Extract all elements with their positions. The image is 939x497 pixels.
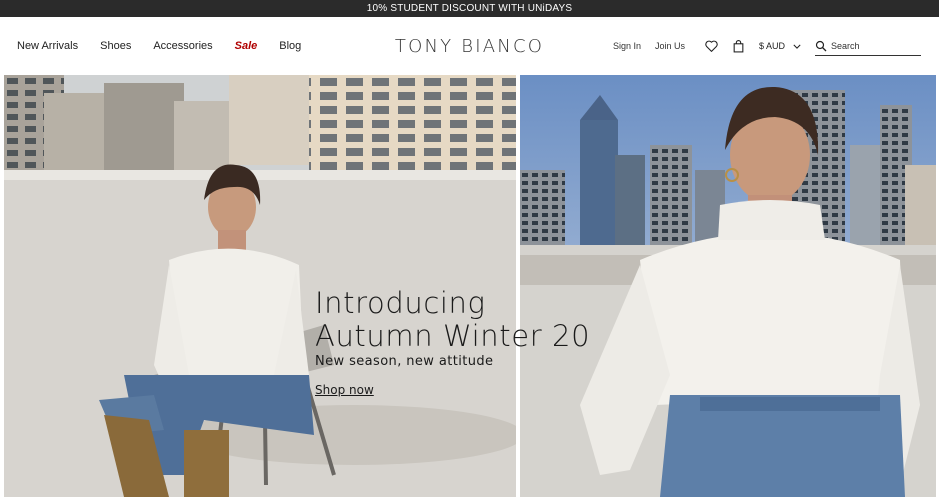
nav-accessories[interactable]: Accessories (153, 40, 212, 52)
sign-in-link[interactable]: Sign In (613, 41, 641, 51)
hero-title-line2: Autumn Winter 20 (315, 319, 591, 353)
currency-selector[interactable]: $ AUD (759, 41, 801, 51)
utility-nav: Sign In Join Us $ AUD (613, 17, 921, 75)
chevron-down-icon (793, 44, 801, 49)
promo-text[interactable]: 10% STUDENT DISCOUNT WITH UNiDAYS (367, 3, 573, 14)
search-input[interactable] (831, 40, 917, 51)
nav-sale[interactable]: Sale (235, 40, 258, 52)
search-icon[interactable] (815, 40, 827, 52)
brand-logo[interactable]: TONY BIANCO (395, 36, 544, 57)
hero-title-line1: Introducing (315, 286, 486, 320)
site-header: New Arrivals Shoes Accessories Sale Blog… (0, 17, 939, 75)
promo-bar[interactable]: 10% STUDENT DISCOUNT WITH UNiDAYS (0, 0, 939, 17)
currency-value: $ AUD (758, 41, 785, 51)
nav-blog[interactable]: Blog (279, 40, 301, 52)
shop-now-link[interactable]: Shop now (315, 383, 374, 397)
join-us-link[interactable]: Join Us (655, 41, 685, 51)
main-nav: New Arrivals Shoes Accessories Sale Blog (17, 17, 301, 75)
hero-banner[interactable]: Introducing Autumn Winter 20 New season,… (0, 75, 939, 497)
shopping-bag-icon[interactable] (732, 39, 746, 53)
hero-image-right[interactable] (520, 75, 936, 497)
hero-subtitle: New season, new attitude (315, 354, 494, 369)
hero-photo-right (520, 75, 936, 497)
nav-new-arrivals[interactable]: New Arrivals (17, 40, 78, 52)
search-box[interactable] (815, 36, 921, 56)
hero-copy: Introducing Autumn Winter 20 New season,… (315, 287, 590, 399)
heart-icon[interactable] (705, 39, 719, 53)
nav-shoes[interactable]: Shoes (100, 40, 131, 52)
